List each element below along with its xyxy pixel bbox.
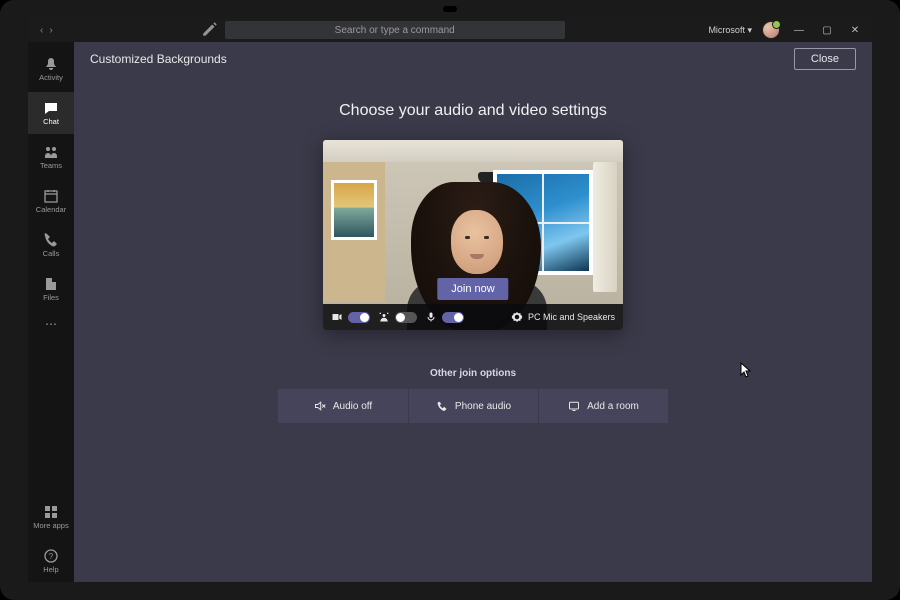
content-header: Customized Backgrounds Close <box>74 42 872 76</box>
search-input[interactable]: Search or type a command <box>225 21 565 39</box>
svg-text:?: ? <box>49 552 54 561</box>
prejoin-screen: Customized Backgrounds Close Choose your… <box>74 42 872 582</box>
device-camera <box>443 6 457 12</box>
background-toggle[interactable] <box>395 312 417 323</box>
rail-activity[interactable]: Activity <box>28 48 74 90</box>
rail-more[interactable]: ⋯ <box>28 312 74 336</box>
ellipsis-icon: ⋯ <box>43 316 59 332</box>
rail-label: Teams <box>40 162 62 170</box>
preview-controls: PC Mic and Speakers <box>323 304 623 330</box>
app-rail: Activity Chat Teams Calendar Calls <box>28 42 74 582</box>
calendar-icon <box>43 188 59 204</box>
rail-more-apps[interactable]: More apps <box>28 496 74 538</box>
stage: Choose your audio and video settings <box>74 76 872 582</box>
gear-icon <box>511 311 523 323</box>
rail-teams[interactable]: Teams <box>28 136 74 178</box>
painting-decor <box>331 180 377 240</box>
phone-icon <box>43 232 59 248</box>
org-switcher[interactable]: Microsoft ▾ <box>708 25 752 36</box>
add-room-button[interactable]: Add a room <box>538 389 668 423</box>
nav-back-icon[interactable]: ‹ <box>40 25 43 36</box>
device-label: PC Mic and Speakers <box>528 312 615 322</box>
person-face <box>451 210 503 274</box>
stage-heading: Choose your audio and video settings <box>339 102 607 120</box>
file-icon <box>43 276 59 292</box>
rail-chat[interactable]: Chat <box>28 92 74 134</box>
opt-label: Audio off <box>333 401 372 412</box>
teams-icon <box>43 144 59 160</box>
rail-calls[interactable]: Calls <box>28 224 74 266</box>
window-close-icon[interactable]: ✕ <box>846 25 864 36</box>
camera-toggle[interactable] <box>348 312 370 323</box>
opt-label: Add a room <box>587 401 639 412</box>
join-now-button[interactable]: Join now <box>437 278 508 300</box>
other-title: Other join options <box>278 368 668 379</box>
rail-files[interactable]: Files <box>28 268 74 310</box>
chevron-down-icon: ▾ <box>747 25 752 35</box>
apps-icon <box>43 504 59 520</box>
curtain-decor <box>593 162 617 292</box>
rail-label: Calls <box>43 250 60 258</box>
avatar[interactable] <box>762 21 780 39</box>
rail-label: Files <box>43 294 59 302</box>
app-window: ‹ › Search or type a command Microsoft ▾… <box>28 18 872 582</box>
room-icon <box>568 400 580 412</box>
rail-calendar[interactable]: Calendar <box>28 180 74 222</box>
chat-icon <box>43 100 59 116</box>
window-minimize-icon[interactable]: — <box>790 25 808 36</box>
phone-icon <box>436 400 448 412</box>
opt-label: Phone audio <box>455 401 511 412</box>
rail-label: Activity <box>39 74 63 82</box>
mic-toggle[interactable] <box>442 312 464 323</box>
device-bezel: ‹ › Search or type a command Microsoft ▾… <box>0 0 900 600</box>
bell-icon <box>43 56 59 72</box>
mic-icon <box>425 311 437 323</box>
rail-help[interactable]: ? Help <box>28 540 74 582</box>
camera-icon <box>331 311 343 323</box>
phone-audio-button[interactable]: Phone audio <box>408 389 538 423</box>
device-settings[interactable]: PC Mic and Speakers <box>511 311 615 323</box>
rail-label: Chat <box>43 118 59 126</box>
video-preview: Join now <box>323 140 623 330</box>
rail-label: Calendar <box>36 206 66 214</box>
compose-icon[interactable] <box>201 20 219 41</box>
other-join-options: Other join options Audio off Phone audio <box>278 368 668 423</box>
nav-forward-icon[interactable]: › <box>49 25 52 36</box>
titlebar: ‹ › Search or type a command Microsoft ▾… <box>28 18 872 42</box>
history-nav: ‹ › <box>32 25 61 36</box>
preview-background <box>323 140 623 330</box>
window-maximize-icon[interactable]: ▢ <box>818 25 836 36</box>
page-title: Customized Backgrounds <box>90 52 227 66</box>
help-icon: ? <box>43 548 59 564</box>
audio-off-button[interactable]: Audio off <box>278 389 408 423</box>
background-blur-icon <box>378 311 390 323</box>
close-button[interactable]: Close <box>794 48 856 70</box>
rail-label: More apps <box>33 522 68 530</box>
rail-label: Help <box>43 566 58 574</box>
speaker-off-icon <box>314 400 326 412</box>
